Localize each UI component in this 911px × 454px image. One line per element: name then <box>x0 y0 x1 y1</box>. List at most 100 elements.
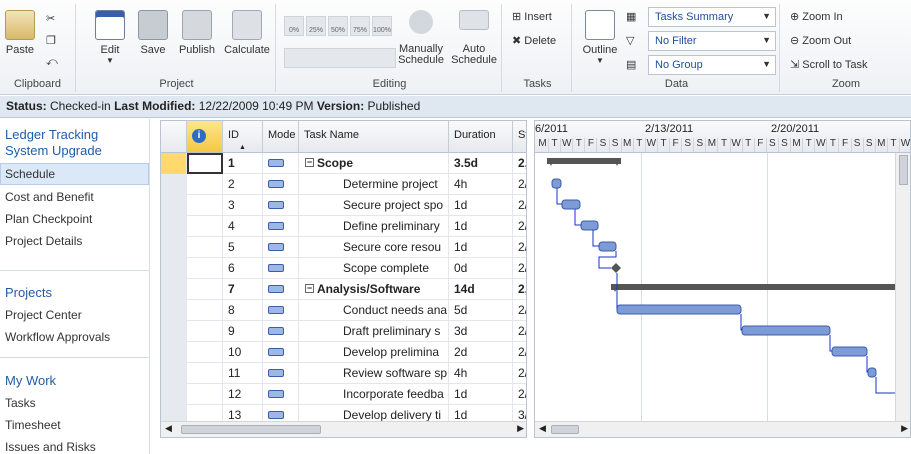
zoom-out-button[interactable]: ⊖ Zoom Out <box>790 34 851 47</box>
percent-complete-button[interactable]: 0% <box>284 16 304 36</box>
duration-cell[interactable]: 1d <box>449 216 513 237</box>
task-bar-3[interactable] <box>561 199 581 210</box>
start-cell[interactable]: 2/ <box>513 216 526 237</box>
id-cell[interactable]: 10 <box>223 342 263 363</box>
scrollbar-thumb[interactable] <box>551 425 579 434</box>
save-button[interactable]: Save <box>136 10 170 56</box>
table-row[interactable]: 2 Determine project4h2/ <box>161 174 526 195</box>
start-cell[interactable]: 2/ <box>513 342 526 363</box>
id-cell[interactable]: 7 <box>223 279 263 300</box>
row-selector[interactable] <box>161 216 187 237</box>
task-bar-10[interactable] <box>831 346 868 357</box>
row-selector[interactable] <box>161 195 187 216</box>
task-name-cell[interactable]: Determine project <box>299 174 449 195</box>
nav-item-schedule[interactable]: Schedule <box>0 163 149 185</box>
table-row[interactable]: 5 Secure core resou1d2/ <box>161 237 526 258</box>
duration-cell[interactable]: 14d <box>449 279 513 300</box>
task-name-cell[interactable]: Scope complete <box>299 258 449 279</box>
table-row[interactable]: 7 −Analysis/Software14d2, <box>161 279 526 300</box>
mode-cell[interactable] <box>263 300 299 321</box>
indicator-cell[interactable] <box>187 384 223 405</box>
project-title-link[interactable]: Ledger Tracking System Upgrade <box>5 127 125 159</box>
duration-cell[interactable]: 5d <box>449 300 513 321</box>
indicator-cell[interactable] <box>187 237 223 258</box>
table-row[interactable]: 12 Incorporate feedba1d2/ <box>161 384 526 405</box>
collapse-icon[interactable]: − <box>305 158 314 167</box>
id-cell[interactable]: 1 <box>223 153 263 174</box>
grid-horizontal-scrollbar[interactable]: ◀ ▶ <box>161 421 526 437</box>
nav-section-projects[interactable]: Projects <box>5 285 52 300</box>
indicator-cell[interactable] <box>187 300 223 321</box>
table-row[interactable]: 3 Secure project spo1d2/ <box>161 195 526 216</box>
publish-button[interactable]: Publish <box>176 10 218 56</box>
scroll-left-icon[interactable]: ◀ <box>539 423 546 434</box>
nav-item-project-center[interactable]: Project Center <box>5 308 82 322</box>
cut-icon[interactable]: ✂ <box>46 12 55 25</box>
indicator-cell[interactable] <box>187 216 223 237</box>
outline-button[interactable]: Outline ▼ <box>578 10 622 65</box>
task-bar-11[interactable] <box>867 367 877 378</box>
id-cell[interactable]: 12 <box>223 384 263 405</box>
task-name-cell[interactable]: Secure core resou <box>299 237 449 258</box>
duration-cell[interactable]: 4h <box>449 363 513 384</box>
task-bar-2[interactable] <box>551 178 562 189</box>
task-name-cell[interactable]: − Analysis/Software <box>299 279 449 300</box>
scroll-left-icon[interactable]: ◀ <box>165 423 172 434</box>
row-selector[interactable] <box>161 258 187 279</box>
nav-item-cost-and-benefit[interactable]: Cost and Benefit <box>5 190 94 204</box>
auto-schedule-button[interactable]: Auto Schedule <box>450 10 498 66</box>
table-row[interactable]: 10 Develop prelimina2d2/ <box>161 342 526 363</box>
duration-cell[interactable]: 3d <box>449 321 513 342</box>
zoom-in-button[interactable]: ⊕ Zoom In <box>790 10 843 23</box>
paste-button[interactable]: Paste <box>4 10 36 56</box>
duration-cell[interactable]: 3.5d <box>449 153 513 174</box>
start-cell[interactable]: 2/ <box>513 300 526 321</box>
indicator-cell[interactable] <box>187 363 223 384</box>
duration-cell[interactable]: 2d <box>449 342 513 363</box>
start-cell[interactable]: 2/ <box>513 363 526 384</box>
duration-cell[interactable]: 1d <box>449 384 513 405</box>
nav-item-issues-and-risks[interactable]: Issues and Risks <box>5 440 96 454</box>
table-row[interactable]: 1 −Scope3.5d2, <box>161 153 526 174</box>
duration-cell[interactable]: 0d <box>449 258 513 279</box>
id-cell[interactable]: 8 <box>223 300 263 321</box>
task-name-cell[interactable]: Secure project spo <box>299 195 449 216</box>
mode-column-header[interactable]: Mode <box>263 121 299 153</box>
percent-complete-button[interactable]: 75% <box>350 16 370 36</box>
mode-cell[interactable] <box>263 195 299 216</box>
mode-cell[interactable] <box>263 321 299 342</box>
id-cell[interactable]: 11 <box>223 363 263 384</box>
id-cell[interactable]: 9 <box>223 321 263 342</box>
calculate-button[interactable]: Calculate <box>222 10 272 56</box>
id-cell[interactable]: 6 <box>223 258 263 279</box>
row-selector[interactable] <box>161 237 187 258</box>
summary-bar-scope[interactable] <box>547 158 621 164</box>
nav-item-tasks[interactable]: Tasks <box>5 396 36 410</box>
milestone-scope-complete[interactable] <box>611 263 621 273</box>
filter-select[interactable]: No Filter ▼ <box>648 31 776 51</box>
start-cell[interactable]: 2/ <box>513 195 526 216</box>
start-cell[interactable]: 2, <box>513 153 526 174</box>
table-row[interactable]: 6 Scope complete0d2/ <box>161 258 526 279</box>
task-name-cell[interactable]: Develop prelimina <box>299 342 449 363</box>
mode-cell[interactable] <box>263 363 299 384</box>
task-bar-5[interactable] <box>598 241 617 252</box>
view-select[interactable]: Tasks Summary ▼ <box>648 7 776 27</box>
table-row[interactable]: 8 Conduct needs ana5d2/ <box>161 300 526 321</box>
mode-cell[interactable] <box>263 384 299 405</box>
gantt-horizontal-scrollbar[interactable]: ◀ ▶ <box>535 421 910 437</box>
duration-cell[interactable]: 4h <box>449 174 513 195</box>
mode-cell[interactable] <box>263 237 299 258</box>
duration-column-header[interactable]: Duration <box>449 121 513 153</box>
task-bar-4[interactable] <box>580 220 599 231</box>
row-selector[interactable] <box>161 321 187 342</box>
edit-button[interactable]: Edit ▼ <box>92 10 128 65</box>
table-row[interactable]: 4 Define preliminary1d2/ <box>161 216 526 237</box>
start-cell[interactable]: 2, <box>513 279 526 300</box>
table-row[interactable]: 11 Review software sp4h2/ <box>161 363 526 384</box>
scroll-right-icon[interactable]: ▶ <box>517 423 524 434</box>
scrollbar-thumb[interactable] <box>899 155 908 185</box>
nav-item-project-details[interactable]: Project Details <box>5 234 82 248</box>
task-name-cell[interactable]: Define preliminary <box>299 216 449 237</box>
mode-cell[interactable] <box>263 216 299 237</box>
